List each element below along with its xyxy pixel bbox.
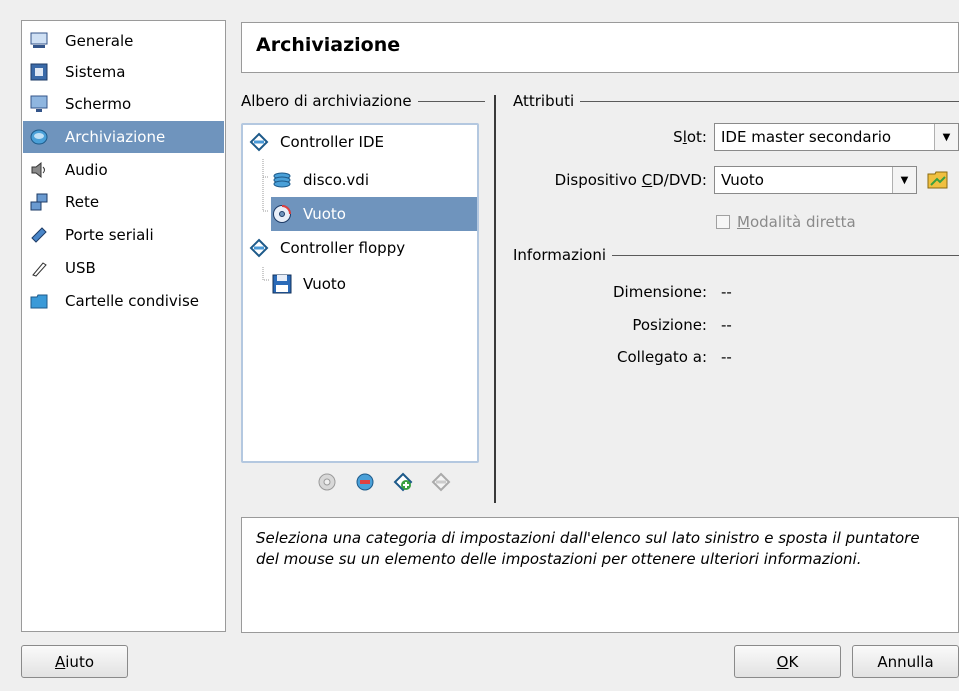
ok-button-label: OK: [776, 652, 799, 671]
sidebar-item-usb[interactable]: USB: [23, 252, 224, 284]
sidebar-item-audio[interactable]: Audio: [23, 154, 224, 186]
sidebar-item-generale[interactable]: Generale: [23, 25, 224, 57]
attached-label: Collegato a:: [617, 348, 707, 366]
size-label: Dimensione:: [612, 283, 707, 301]
panel-separator: [494, 95, 496, 503]
tree-item-cd-empty[interactable]: Vuoto: [271, 197, 477, 231]
folder-icon: [29, 291, 49, 311]
add-controller-icon[interactable]: [393, 472, 413, 496]
cancel-button-label: Annulla: [877, 652, 934, 671]
storage-tree[interactable]: Controller IDE disco.vdi Vuoto Controlle…: [241, 123, 479, 463]
sidebar-item-label: Sistema: [65, 63, 126, 81]
settings-category-list[interactable]: Generale Sistema Schermo Archiviazione A…: [21, 20, 226, 632]
help-button[interactable]: Aiuto: [21, 645, 128, 678]
sidebar-item-label: Cartelle condivise: [65, 292, 199, 310]
chip-icon: [29, 62, 49, 82]
storage-icon: [29, 127, 49, 147]
sidebar-item-label: Generale: [65, 32, 134, 50]
sidebar-item-rete[interactable]: Rete: [23, 186, 224, 218]
tree-item-disk[interactable]: disco.vdi: [271, 163, 477, 197]
ok-button[interactable]: OK: [734, 645, 841, 678]
monitor-icon: [29, 31, 49, 51]
description-box: Seleziona una categoria di impostazioni …: [241, 517, 959, 633]
ide-controller-icon: [248, 131, 270, 153]
description-text: Seleziona una categoria di impostazioni …: [256, 529, 920, 568]
tree-item-label: Vuoto: [303, 205, 346, 223]
page-title-box: Archiviazione: [241, 22, 959, 73]
sidebar-item-label: Rete: [65, 193, 100, 211]
slot-label: Slot:: [673, 128, 707, 146]
sidebar-item-archiviazione[interactable]: Archiviazione: [23, 121, 224, 153]
passthrough-label: Modalità diretta: [737, 213, 856, 231]
hard-disk-icon: [271, 169, 293, 191]
cd-device-select[interactable]: Vuoto ▼: [714, 166, 917, 194]
sidebar-item-label: Audio: [65, 161, 108, 179]
display-icon: [29, 94, 49, 114]
sidebar-item-porte-seriali[interactable]: Porte seriali: [23, 219, 224, 251]
attributes-header-label: Attributi: [513, 92, 575, 110]
chevron-down-icon: ▼: [892, 167, 916, 193]
add-attachment-icon[interactable]: [317, 472, 337, 496]
sidebar-item-schermo[interactable]: Schermo: [23, 88, 224, 120]
checkbox-box: [716, 215, 730, 229]
floppy-icon: [271, 273, 293, 295]
slot-select-value: IDE master secondario: [721, 128, 892, 146]
cd-device-select-value: Vuoto: [721, 171, 764, 189]
tree-item-floppy-empty[interactable]: Vuoto: [271, 267, 477, 301]
attached-value: --: [721, 348, 732, 366]
network-icon: [29, 192, 49, 212]
sidebar-item-label: Schermo: [65, 95, 132, 113]
sidebar-item-label: Archiviazione: [65, 128, 166, 146]
tree-header-label: Albero di archiviazione: [241, 92, 412, 110]
sidebar-item-cartelle-condivise[interactable]: Cartelle condivise: [23, 285, 224, 317]
slot-select[interactable]: IDE master secondario ▼: [714, 123, 959, 151]
tree-item-controller-ide[interactable]: Controller IDE: [243, 125, 477, 159]
tree-toolbar: [317, 471, 477, 497]
attributes-header: Attributi: [513, 92, 959, 110]
location-value: --: [721, 316, 732, 334]
tree-item-label: disco.vdi: [303, 171, 369, 189]
floppy-controller-icon: [248, 237, 270, 259]
cancel-button[interactable]: Annulla: [852, 645, 959, 678]
tree-item-label: Controller IDE: [280, 133, 385, 151]
tree-header: Albero di archiviazione: [241, 92, 485, 110]
location-label: Posizione:: [632, 316, 707, 334]
passthrough-checkbox[interactable]: Modalità diretta: [716, 213, 856, 231]
sidebar-item-sistema[interactable]: Sistema: [23, 56, 224, 88]
choose-media-icon[interactable]: [927, 170, 949, 194]
chevron-down-icon: ▼: [934, 124, 958, 150]
info-header: Informazioni: [513, 246, 959, 264]
sidebar-item-label: Porte seriali: [65, 226, 154, 244]
page-title: Archiviazione: [256, 34, 401, 56]
usb-icon: [29, 258, 49, 278]
remove-controller-icon[interactable]: [431, 472, 451, 496]
tree-item-controller-floppy[interactable]: Controller floppy: [243, 231, 477, 265]
cd-icon: [271, 203, 293, 225]
help-button-label: Aiuto: [55, 652, 94, 671]
remove-attachment-icon[interactable]: [355, 472, 375, 496]
tree-item-label: Vuoto: [303, 275, 346, 293]
info-header-label: Informazioni: [513, 246, 606, 264]
tree-item-label: Controller floppy: [280, 239, 406, 257]
size-value: --: [721, 283, 732, 301]
speaker-icon: [29, 160, 49, 180]
cd-device-label: Dispositivo CD/DVD:: [554, 171, 707, 189]
sidebar-item-label: USB: [65, 259, 96, 277]
serial-port-icon: [29, 225, 49, 245]
